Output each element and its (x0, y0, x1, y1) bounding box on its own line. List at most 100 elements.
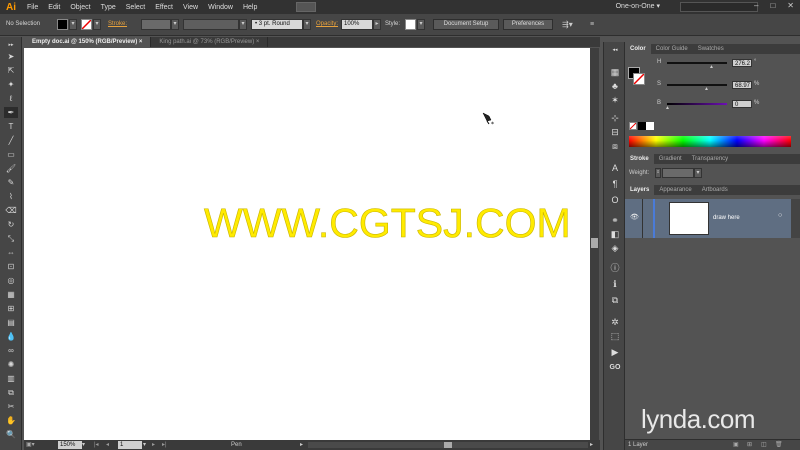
tab-gradient[interactable]: Gradient (654, 154, 687, 164)
opacity-field[interactable]: 100% (341, 19, 373, 30)
scale-tool-icon[interactable]: ⤡ (4, 233, 18, 244)
brightness-slider[interactable] (667, 103, 727, 105)
panel-menu-icon[interactable]: ≡ (590, 19, 600, 30)
scroll-right-icon[interactable]: ▸ (590, 441, 593, 449)
paragraph-panel-icon[interactable]: ¶ (609, 178, 621, 190)
stroke-swatch[interactable] (81, 19, 92, 30)
workspace-switcher[interactable]: One-on-One ▾ (616, 2, 660, 10)
weight-dropdown[interactable]: ▾ (694, 168, 702, 178)
new-sublayer-icon[interactable]: ▣ (733, 441, 739, 448)
layer-row[interactable]: 👁 draw here ○ (625, 199, 800, 238)
line-segment-tool-icon[interactable]: ╱ (4, 135, 18, 146)
fill-swatch[interactable] (57, 19, 68, 30)
pathfinder-panel-icon[interactable]: ⧈ (609, 140, 621, 152)
close-icon[interactable]: × (139, 39, 143, 45)
graphic-style-swatch[interactable] (405, 19, 416, 30)
actions-panel-icon[interactable]: ▶ (609, 346, 621, 358)
saturation-value-field[interactable]: 68.97 (732, 81, 752, 89)
appearance-panel-icon[interactable]: ◧ (609, 228, 621, 240)
lasso-tool-icon[interactable]: ℓ (4, 93, 18, 104)
status-menu-icon[interactable]: ▸ (300, 441, 303, 449)
brushes-panel-icon[interactable]: ✶ (609, 94, 621, 106)
stroke-weight-dropdown[interactable]: ▾ (171, 19, 179, 30)
tab-king-path[interactable]: King path.ai @ 73% (RGB/Preview) × (151, 37, 269, 47)
eraser-tool-icon[interactable]: ⌫ (4, 205, 18, 216)
bridge-icon[interactable]: ▣▾ (26, 441, 40, 449)
fill-dropdown[interactable]: ▾ (69, 19, 77, 30)
symbol-sprayer-tool-icon[interactable]: ✺ (4, 359, 18, 370)
transform-panel-icon[interactable]: ⊹ (609, 112, 621, 124)
magic-wand-tool-icon[interactable]: ✦ (4, 79, 18, 90)
zoom-dropdown[interactable]: ▾ (82, 441, 85, 449)
tab-layers[interactable]: Layers (625, 185, 655, 195)
trash-icon[interactable]: 🗑 (775, 441, 783, 448)
minimize-button[interactable]: – (754, 1, 758, 10)
graphic-style-dropdown[interactable]: ▾ (417, 19, 425, 30)
character-panel-icon[interactable]: A (609, 162, 621, 174)
prev-artboard-icon[interactable]: ◂ (106, 441, 109, 449)
opacity-label[interactable]: Opacity: (316, 19, 338, 30)
white-color-chip[interactable] (646, 122, 654, 130)
opacity-dropdown[interactable]: ▸ (373, 19, 381, 30)
menu-window[interactable]: Window (203, 4, 238, 11)
align-panel-icon[interactable]: ⊟ (609, 126, 621, 138)
last-artboard-icon[interactable]: ▸| (162, 441, 167, 449)
tab-stroke[interactable]: Stroke (625, 154, 654, 164)
stroke-color-box[interactable] (633, 73, 645, 85)
maximize-button[interactable]: □ (770, 1, 775, 10)
new-layer-icon[interactable]: ⊞ (747, 441, 752, 448)
variable-width-profile[interactable] (183, 19, 239, 30)
info-panel-icon[interactable]: ⓘ (609, 262, 621, 274)
gradient-tool-icon[interactable]: ▤ (4, 317, 18, 328)
selection-tool-icon[interactable]: ➤ (4, 51, 18, 62)
navigator-panel-icon[interactable]: ✲ (609, 316, 621, 328)
vertical-scrollbar[interactable] (590, 48, 599, 440)
column-graph-tool-icon[interactable]: ▥ (4, 373, 18, 384)
rectangle-tool-icon[interactable]: ▭ (4, 149, 18, 160)
menu-effect[interactable]: Effect (150, 4, 178, 11)
weight-field[interactable] (662, 168, 694, 178)
preferences-button[interactable]: Preferences (503, 19, 553, 30)
tab-appearance[interactable]: Appearance (654, 185, 696, 195)
saturation-slider[interactable] (667, 84, 727, 86)
hue-slider-thumb[interactable]: ▲ (709, 64, 714, 70)
next-artboard-icon[interactable]: ▸ (152, 441, 155, 449)
visibility-eye-icon[interactable]: 👁 (630, 213, 639, 221)
hue-value-field[interactable]: 276.2 (732, 59, 752, 67)
width-tool-icon[interactable]: ⇔ (4, 247, 18, 258)
collapse-toolbar-icon[interactable]: ▸▸ (4, 40, 18, 51)
hand-tool-icon[interactable]: ✋ (4, 415, 18, 426)
document-setup-button[interactable]: Document Setup (433, 19, 499, 30)
opentype-panel-icon[interactable]: O (609, 194, 621, 206)
artboard-dropdown[interactable]: ▾ (143, 441, 146, 449)
type-tool-icon[interactable]: T (4, 121, 18, 132)
stroke-label[interactable]: Stroke: (108, 19, 127, 30)
shape-builder-tool-icon[interactable]: ◎ (4, 275, 18, 286)
menu-view[interactable]: View (178, 4, 203, 11)
none-color-chip[interactable] (629, 122, 637, 130)
weight-stepper[interactable]: ⇕ (655, 168, 661, 178)
close-icon[interactable]: × (256, 39, 260, 45)
paintbrush-tool-icon[interactable]: 🖌 (4, 163, 18, 174)
brightness-slider-thumb[interactable]: ▲ (665, 105, 670, 111)
zoom-tool-icon[interactable]: 🔍 (4, 429, 18, 440)
artboard-tool-icon[interactable]: ⧉ (4, 387, 18, 398)
brightness-value-field[interactable]: 0 (732, 100, 752, 108)
slice-tool-icon[interactable]: ✂ (4, 401, 18, 412)
first-artboard-icon[interactable]: |◂ (94, 441, 99, 449)
artboard-number-field[interactable]: 1 (118, 441, 142, 449)
artboard-canvas[interactable]: WWW.CGTSJ.COM * (24, 48, 590, 440)
attributes-panel-icon[interactable]: ⬚ (609, 330, 621, 342)
menu-type[interactable]: Type (96, 4, 121, 11)
swatches-panel-icon[interactable]: ▦ (609, 66, 621, 78)
links-panel-icon[interactable]: ⧉ (609, 294, 621, 306)
layers-panel-icon[interactable]: ◈ (609, 242, 621, 254)
perspective-grid-tool-icon[interactable]: ▦ (4, 289, 18, 300)
stroke-weight-field[interactable] (141, 19, 171, 30)
graphic-styles-panel-icon[interactable]: ⚭ (609, 214, 621, 226)
document-info-panel-icon[interactable]: ℹ (609, 278, 621, 290)
tab-artboards[interactable]: Artboards (697, 185, 733, 195)
menu-edit[interactable]: Edit (43, 4, 65, 11)
hue-slider[interactable] (667, 62, 727, 64)
mesh-tool-icon[interactable]: ⊞ (4, 303, 18, 314)
